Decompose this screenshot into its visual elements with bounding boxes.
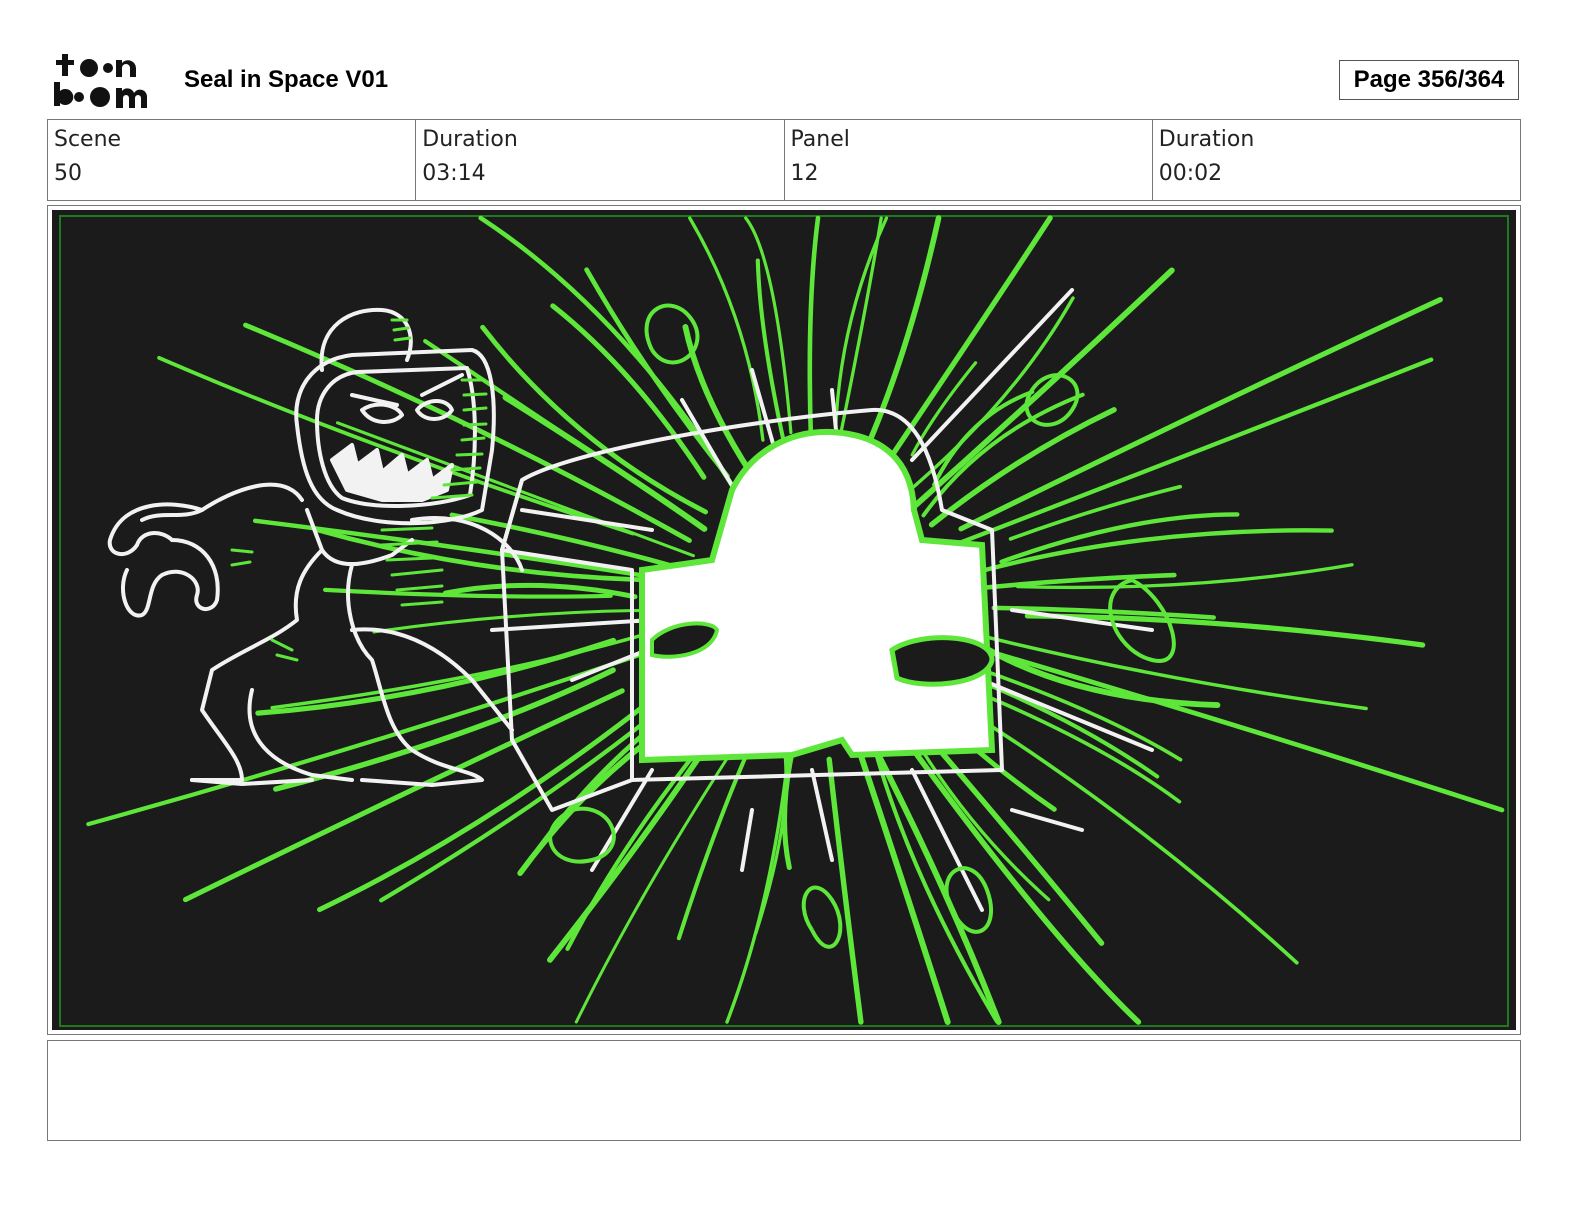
scene-label: Scene — [54, 127, 122, 152]
page-indicator: Page 356/364 — [1339, 60, 1519, 100]
panel-info-table: Scene 50 Duration 03:14 Panel 12 Duratio… — [47, 119, 1521, 201]
burst-ray — [550, 303, 707, 480]
burst-ray — [754, 756, 788, 935]
burst-ray — [999, 512, 1240, 564]
burst-ray — [688, 216, 765, 442]
panel-duration-label: Duration — [1158, 127, 1255, 152]
panel-duration-cell: Duration 00:02 — [1153, 120, 1520, 200]
panel-value: 12 — [790, 161, 819, 186]
burst-ray — [935, 622, 1368, 711]
burst-ray — [744, 216, 793, 435]
burst-ray — [967, 643, 1505, 813]
burst-ray — [932, 389, 1035, 487]
panel-label: Panel — [790, 127, 850, 152]
burst-ray — [897, 296, 1075, 501]
burst-ray — [941, 357, 1434, 552]
storyboard-panel-frame — [47, 205, 1521, 1035]
scene-cell: Scene 50 — [48, 120, 417, 200]
panel-duration-value: 00:02 — [1158, 161, 1223, 186]
scene-duration-cell: Duration 03:14 — [416, 120, 785, 200]
scene-value: 50 — [54, 161, 82, 186]
scene-duration-label: Duration — [422, 127, 518, 152]
panel-cell: Panel 12 — [785, 120, 1153, 200]
panel-notes-box — [47, 1040, 1521, 1141]
burst-ray — [502, 394, 708, 532]
toon-boom-logo — [54, 54, 148, 108]
document-title: Seal in Space V01 — [184, 66, 389, 93]
storyboard-panel-image — [52, 210, 1516, 1030]
storyboard-sketch — [59, 215, 1509, 1027]
burst-ray — [86, 634, 695, 827]
burst-ray — [826, 756, 864, 1025]
burst-ray — [317, 702, 648, 913]
core-shadow-right — [889, 635, 995, 687]
scene-duration-value: 03:14 — [422, 161, 486, 186]
burst-ray — [243, 322, 692, 543]
burst-ray — [480, 324, 709, 515]
burst-ray — [1015, 563, 1354, 590]
